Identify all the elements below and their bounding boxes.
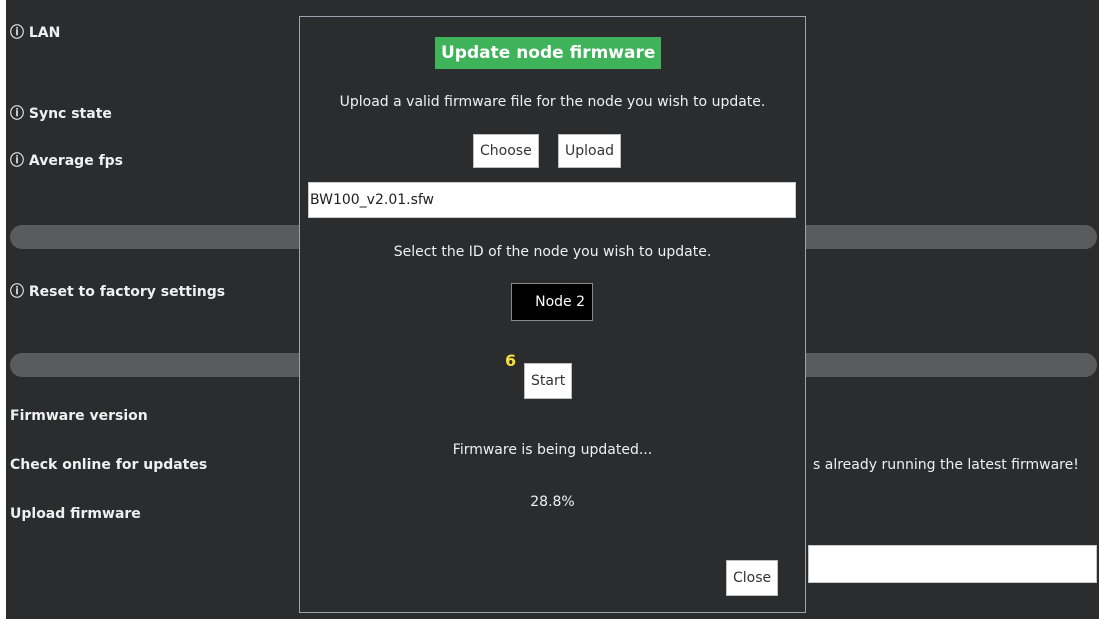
upload-button[interactable]: Upload — [558, 134, 622, 168]
select-instruction: Select the ID of the node you wish to up… — [393, 244, 712, 260]
update-status-text: s already running the latest firmware! — [813, 457, 1079, 473]
average-fps-label: ⓘ Average fps — [10, 153, 124, 169]
reset-factory-label[interactable]: ⓘ Reset to factory settings — [10, 281, 225, 301]
upload-instruction: Upload a valid firmware file for the nod… — [339, 94, 766, 110]
choose-button[interactable]: Choose — [473, 134, 539, 168]
sync-state-label: ⓘ Sync state — [10, 106, 112, 122]
firmware-path-field[interactable] — [808, 545, 1097, 583]
firmware-version-label: Firmware version — [10, 408, 148, 424]
upload-firmware-label: Upload firmware — [10, 506, 141, 522]
step-number-badge: 6 — [505, 351, 517, 370]
node-id-select[interactable]: Node 2 — [511, 283, 593, 321]
close-button[interactable]: Close — [726, 560, 779, 596]
update-status: Firmware is being updated... — [452, 442, 653, 458]
lan-label: ⓘ LAN — [10, 25, 61, 41]
update-firmware-dialog: Update node firmware Upload a valid firm… — [299, 16, 806, 613]
start-button[interactable]: Start — [524, 363, 573, 399]
progress-percent: 28.8% — [530, 494, 575, 510]
dialog-title: Update node firmware — [435, 37, 662, 69]
check-online-label: Check online for updates — [10, 457, 208, 473]
file-name-field[interactable]: BW100_v2.01.sfw — [308, 182, 796, 218]
